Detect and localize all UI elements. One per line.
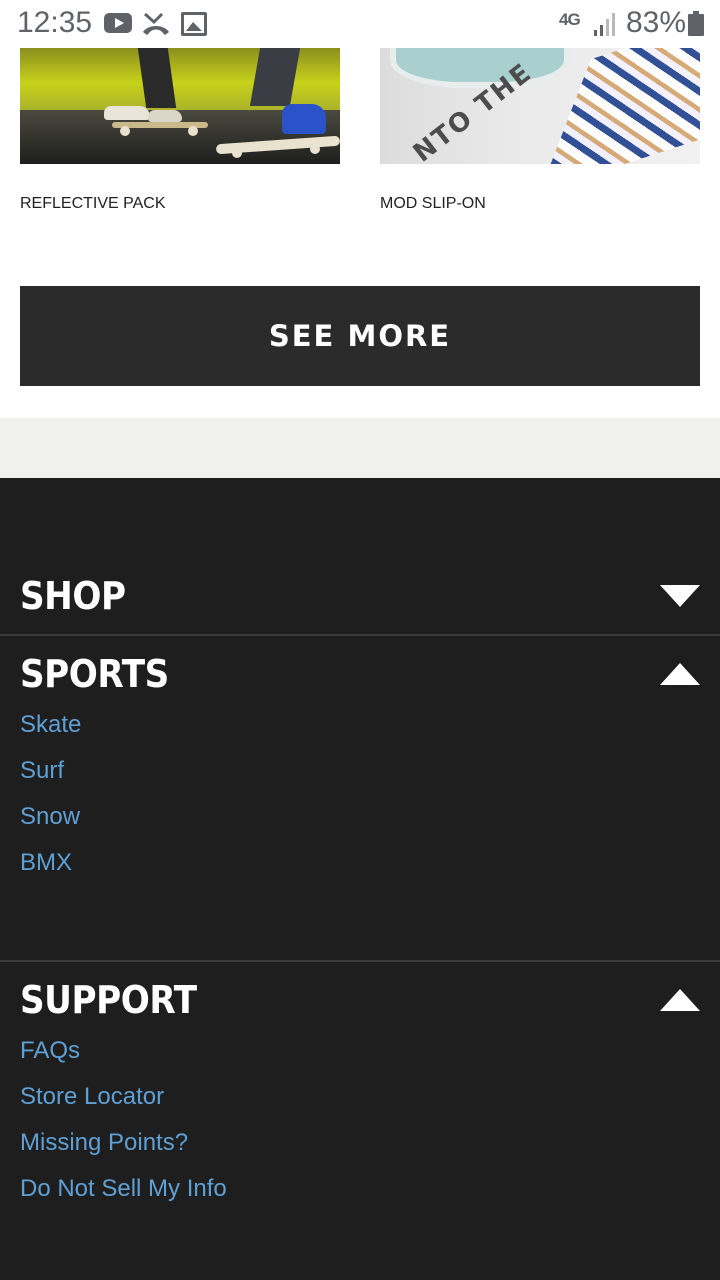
chevron-down-icon[interactable] <box>660 585 700 607</box>
gallery-icon <box>181 12 207 36</box>
footer-link-store-locator[interactable]: Store Locator <box>20 1083 227 1130</box>
footer-link-snow[interactable]: Snow <box>20 803 81 850</box>
product-name[interactable]: MOD SLIP-ON <box>380 195 486 213</box>
youtube-icon <box>104 13 132 33</box>
see-more-button[interactable]: SEE MORE <box>20 286 700 386</box>
footer-link-skate[interactable]: Skate <box>20 711 81 758</box>
product-card-reflective-pack[interactable] <box>20 48 340 164</box>
link-list: Skate Surf Snow BMX <box>20 711 81 896</box>
section-title: SHOP <box>20 574 126 618</box>
footer-link-bmx[interactable]: BMX <box>20 849 81 896</box>
chevron-up-icon[interactable] <box>660 989 700 1011</box>
lte-icon: 4G <box>559 10 581 29</box>
link-list: FAQs Store Locator Missing Points? Do No… <box>20 1037 227 1222</box>
footer-link-missing-points[interactable]: Missing Points? <box>20 1129 227 1176</box>
footer: SHOP SPORTS Skate Surf Snow BMX SUPPORT … <box>0 478 720 1280</box>
battery-percent: 83% <box>626 6 687 39</box>
missed-call-icon <box>143 12 169 35</box>
footer-link-faqs[interactable]: FAQs <box>20 1037 227 1084</box>
product-grid: REFLECTIVE PACK NTO THE MOD SLIP-ON SEE … <box>0 48 720 418</box>
section-title: SPORTS <box>20 652 169 696</box>
product-image[interactable] <box>20 48 340 164</box>
footer-link-do-not-sell[interactable]: Do Not Sell My Info <box>20 1175 227 1222</box>
section-separator <box>0 418 720 478</box>
status-time: 12:35 <box>17 6 93 39</box>
status-bar: 12:35 4G 83% <box>0 0 720 48</box>
signal-icon <box>594 13 615 36</box>
section-title: SUPPORT <box>20 978 197 1022</box>
footer-section-header-sports[interactable]: SPORTS <box>0 636 720 712</box>
battery-icon <box>688 11 704 36</box>
footer-section-header-support[interactable]: SUPPORT <box>0 962 720 1038</box>
chevron-up-icon[interactable] <box>660 663 700 685</box>
product-name[interactable]: REFLECTIVE PACK <box>20 195 166 213</box>
product-image[interactable]: NTO THE <box>380 48 700 164</box>
footer-link-surf[interactable]: Surf <box>20 757 81 804</box>
product-card-mod-slip-on[interactable]: NTO THE <box>380 48 700 164</box>
footer-section-header-shop[interactable]: SHOP <box>0 558 720 634</box>
